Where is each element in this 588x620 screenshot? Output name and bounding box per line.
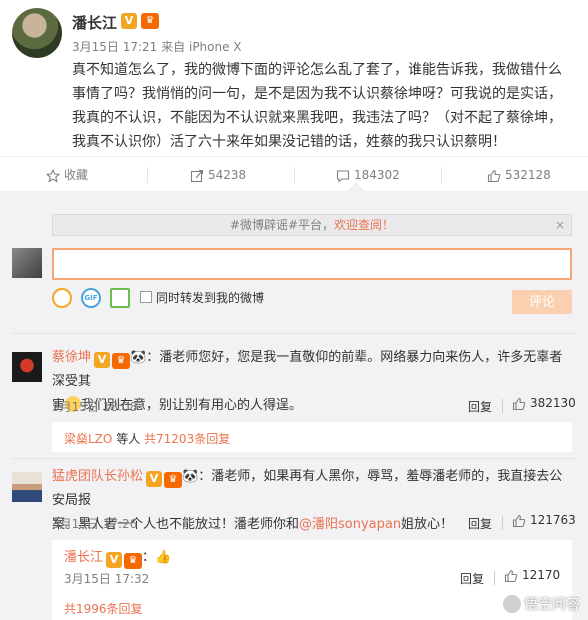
comment-time: 3月15日 17:26 — [52, 517, 138, 531]
comment-body-end: 姐放心！ — [401, 517, 454, 532]
post-meta: 3月15日 17:21 来自 iPhone X — [72, 38, 242, 55]
comment-time: 3月15日 18:08 — [52, 400, 138, 414]
rumor-notice-bar[interactable]: #微博辟谣#平台，欢迎查阅！ × — [52, 214, 572, 236]
repost-button[interactable]: 54238 — [190, 157, 246, 193]
comment-input[interactable] — [52, 248, 572, 280]
separator — [12, 458, 576, 459]
action-divider — [147, 167, 148, 183]
comment-count: 184302 — [354, 168, 400, 182]
comment-like-button[interactable]: 121763 — [512, 513, 576, 528]
favorite-button[interactable]: 收藏 — [45, 157, 89, 193]
reply-button[interactable]: 回复 — [468, 398, 492, 415]
reply-summary[interactable]: 梁燊LZO 等人 共71203条回复 — [52, 422, 572, 452]
watermark-text: 悟空问答 — [524, 597, 580, 613]
sub-reply-like-count: 12170 — [522, 568, 561, 582]
repost-checkbox[interactable] — [140, 291, 152, 303]
separator — [12, 333, 576, 334]
sub-reply-button[interactable]: 回复 — [460, 570, 484, 587]
post-action-bar: 收藏 54238 184302 532128 — [0, 156, 588, 192]
thumbs-up-icon — [512, 397, 526, 410]
summary-mid: 等人 — [116, 432, 141, 446]
verified-v-icon: V — [146, 471, 163, 487]
author-name[interactable]: 潘长江 — [72, 12, 117, 33]
verified-v-icon: V — [121, 13, 137, 29]
comment-button[interactable]: 184302 — [336, 157, 400, 193]
image-icon[interactable] — [110, 288, 130, 308]
sub-reply-summary[interactable]: 共1996条回复 — [64, 600, 143, 617]
panda-emoji-icon: 🐼 — [182, 469, 199, 484]
vip-level-icon: ♛ — [164, 472, 183, 488]
sub-reply-author[interactable]: 潘长江 — [64, 550, 103, 565]
sub-reply-like-button[interactable]: 12170 — [504, 568, 560, 583]
emoji-icon[interactable] — [52, 288, 72, 308]
star-icon — [45, 168, 61, 183]
notice-text: #微博辟谣#平台， — [229, 218, 335, 232]
action-divider — [441, 167, 442, 183]
reply-button[interactable]: 回复 — [468, 515, 492, 532]
verified-v-icon: V — [94, 352, 111, 368]
author-avatar[interactable] — [12, 8, 62, 58]
mention-link[interactable]: @潘阳sonyapan — [299, 517, 401, 532]
watermark: 悟空问答 — [503, 594, 580, 614]
watermark-logo-icon — [503, 595, 521, 613]
divider — [502, 399, 503, 413]
post-text: 真不知道怎么了，我的微博下面的评论怎么乱了套了，谁能告诉我，我做错什么事情了吗？… — [72, 62, 562, 150]
colon: ： — [142, 550, 156, 565]
divider — [494, 571, 495, 585]
repost-count: 54238 — [208, 168, 247, 182]
verified-v-icon: V — [106, 552, 123, 568]
current-user-avatar — [12, 248, 42, 278]
repost-checkbox-label[interactable]: 同时转发到我的微博 — [156, 289, 264, 306]
repost-icon — [190, 169, 204, 182]
vip-level-icon: ♛ — [141, 13, 159, 29]
post-time[interactable]: 3月15日 17:21 — [72, 40, 157, 54]
close-icon[interactable]: × — [555, 215, 565, 235]
commenter-name[interactable]: 猛虎团队长孙松 — [52, 469, 143, 484]
thumbs-up-icon — [512, 514, 526, 527]
thumbs-up-icon — [487, 169, 501, 182]
summary-user[interactable]: 梁燊LZO — [64, 432, 112, 446]
commenter-avatar[interactable] — [12, 472, 42, 502]
weibo-post: 潘长江 V ♛ 3月15日 17:21 来自 iPhone X 真不知道怎么了，… — [0, 0, 588, 156]
like-button[interactable]: 532128 — [487, 157, 551, 193]
sub-reply-time: 3月15日 17:32 — [64, 572, 150, 586]
notice-highlight[interactable]: 欢迎查阅！ — [334, 218, 394, 232]
thumbs-up-icon — [504, 569, 518, 582]
submit-comment-button[interactable]: 评论 — [512, 290, 572, 314]
source-prefix: 来自 — [161, 40, 186, 54]
sub-reply-box: 潘长江 V ♛ ：👍 3月15日 17:32 回复 12170 共1996条回复 — [52, 540, 572, 620]
gif-icon[interactable]: GIF — [81, 288, 101, 308]
thumbs-up-emoji-icon: 👍 — [155, 550, 172, 565]
like-count: 532128 — [505, 168, 551, 182]
commenter-name[interactable]: 蔡徐坤 — [52, 350, 91, 365]
comment-like-count: 121763 — [530, 513, 576, 527]
vip-level-icon: ♛ — [112, 353, 131, 369]
comment-like-button[interactable]: 382130 — [512, 396, 576, 411]
comment-like-count: 382130 — [530, 396, 576, 410]
commenter-avatar[interactable] — [12, 352, 42, 382]
divider — [502, 516, 503, 530]
sub-reply-header: 潘长江 V ♛ ：👍 — [64, 546, 172, 569]
vip-level-icon: ♛ — [124, 553, 143, 569]
favorite-label: 收藏 — [64, 168, 89, 182]
comment-icon — [336, 169, 350, 183]
action-divider — [294, 167, 295, 183]
panda-emoji-icon: 🐼 — [130, 350, 147, 365]
post-source[interactable]: iPhone X — [189, 40, 242, 54]
summary-count[interactable]: 共71203条回复 — [144, 432, 230, 446]
